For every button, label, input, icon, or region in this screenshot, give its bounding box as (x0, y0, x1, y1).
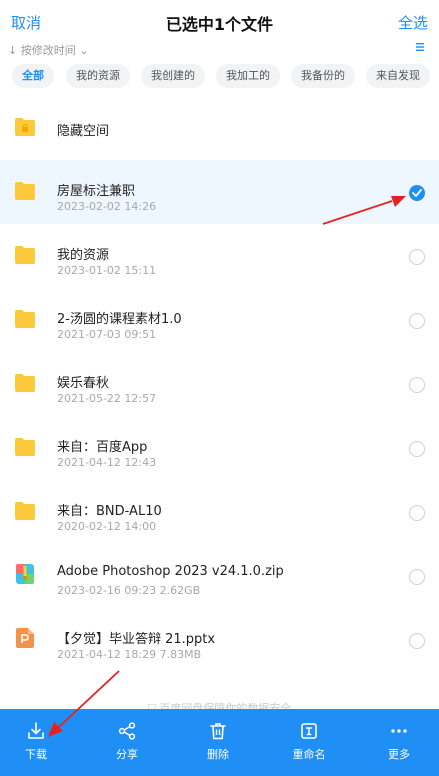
list-item[interactable]: Adobe Photoshop 2023 v24.1.0.zip 2023-02… (0, 544, 439, 608)
select-checkbox[interactable] (409, 249, 425, 265)
select-all-button[interactable]: 全选 (398, 12, 428, 33)
trash-icon (210, 723, 226, 740)
locked-folder-icon (15, 118, 35, 136)
file-name: 我的资源 (57, 248, 110, 263)
list-item[interactable]: 隐藏空间 (0, 96, 439, 160)
share-icon (118, 722, 136, 740)
sort-bar: ↓ 按修改时间 ⌄ (0, 40, 439, 56)
file-date: 2020-02-12 14:00 (57, 520, 157, 533)
folder-icon (15, 310, 35, 328)
more-icon (391, 729, 407, 733)
zip-file-icon (16, 564, 34, 584)
folder-icon (15, 182, 35, 200)
filter-chip-from-discover[interactable]: 来自发现 (366, 64, 430, 88)
folder-icon (15, 438, 35, 456)
list-item[interactable]: 房屋标注兼职 2023-02-02 14:26 (0, 160, 439, 224)
filter-chip-processed[interactable]: 我加工的 (216, 64, 280, 88)
file-date: 2021-07-03 09:51 (57, 328, 157, 341)
folder-icon (15, 502, 35, 520)
file-date: 2023-02-16 09:23 (57, 584, 157, 597)
list-item[interactable]: 来自：百度App 2021-04-12 12:43 (0, 416, 439, 480)
file-name: 隐藏空间 (57, 124, 110, 139)
select-checkbox[interactable] (409, 185, 425, 201)
download-icon (28, 722, 44, 739)
checkmark-icon (412, 189, 422, 197)
rename-icon (301, 723, 317, 739)
top-bar: 取消 已选中1个文件 全选 (0, 0, 439, 44)
file-name: 来自：BND-AL10 (57, 504, 162, 519)
more-button[interactable]: 更多 (369, 709, 429, 776)
download-button[interactable]: 下载 (6, 709, 66, 776)
file-name: 房屋标注兼职 (57, 184, 136, 199)
list-item[interactable]: 娱乐春秋 2021-05-22 12:57 (0, 352, 439, 416)
select-checkbox[interactable] (409, 377, 425, 393)
pptx-file-icon (16, 628, 34, 648)
list-item[interactable]: 2-汤圆的课程素材1.0 2021-07-03 09:51 (0, 288, 439, 352)
delete-label: 删除 (207, 748, 229, 761)
filter-chip-my-resources[interactable]: 我的资源 (66, 64, 130, 88)
file-name: 2-汤圆的课程素材1.0 (57, 312, 182, 327)
rename-button[interactable]: 重命名 (279, 709, 339, 776)
filter-chip-created[interactable]: 我创建的 (141, 64, 205, 88)
file-date: 2021-05-22 12:57 (57, 392, 157, 405)
filter-chips: 全部 我的资源 我创建的 我加工的 我备份的 来自发现 (0, 64, 439, 90)
select-checkbox[interactable] (409, 505, 425, 521)
file-size: 7.83MB (159, 648, 202, 661)
file-name: Adobe Photoshop 2023 v24.1.0.zip (57, 564, 284, 579)
folder-icon (15, 246, 35, 264)
file-date-size: 2023-02-16 09:23 2.62GB (57, 584, 200, 597)
file-date: 2023-02-02 14:26 (57, 200, 157, 213)
file-date-size: 2021-04-12 18:29 7.83MB (57, 648, 201, 661)
folder-icon (15, 374, 35, 392)
file-size: 2.62GB (159, 584, 201, 597)
file-name: 娱乐春秋 (57, 376, 110, 391)
list-view-icon[interactable] (415, 42, 425, 52)
list-item[interactable]: 我的资源 2023-01-02 15:11 (0, 224, 439, 288)
download-label: 下载 (25, 748, 47, 761)
file-date: 2023-01-02 15:11 (57, 264, 157, 277)
bottom-toolbar: 下载 分享 删除 重命名 更多 (0, 709, 439, 776)
share-label: 分享 (116, 748, 138, 761)
file-date: 2021-04-12 12:43 (57, 456, 157, 469)
file-name: 来自：百度App (57, 440, 148, 455)
file-name: 【夕觉】毕业答辩 21.pptx (57, 632, 216, 647)
file-date: 2021-04-12 18:29 (57, 648, 157, 661)
share-button[interactable]: 分享 (97, 709, 157, 776)
select-checkbox[interactable] (409, 313, 425, 329)
filter-chip-backed-up[interactable]: 我备份的 (291, 64, 355, 88)
delete-button[interactable]: 删除 (188, 709, 248, 776)
select-checkbox[interactable] (409, 569, 425, 585)
sort-label: 按修改时间 (20, 44, 76, 56)
list-item[interactable]: 来自：BND-AL10 2020-02-12 14:00 (0, 480, 439, 544)
filter-chip-all[interactable]: 全部 (12, 64, 54, 88)
sort-dropdown[interactable]: ↓ 按修改时间 ⌄ (8, 42, 88, 56)
page-title: 已选中1个文件 (165, 15, 274, 34)
select-checkbox[interactable] (409, 441, 425, 457)
select-checkbox[interactable] (409, 633, 425, 649)
list-item[interactable]: 【夕觉】毕业答辩 21.pptx 2021-04-12 18:29 7.83MB (0, 608, 439, 672)
rename-label: 重命名 (292, 748, 326, 761)
more-label: 更多 (388, 748, 410, 761)
